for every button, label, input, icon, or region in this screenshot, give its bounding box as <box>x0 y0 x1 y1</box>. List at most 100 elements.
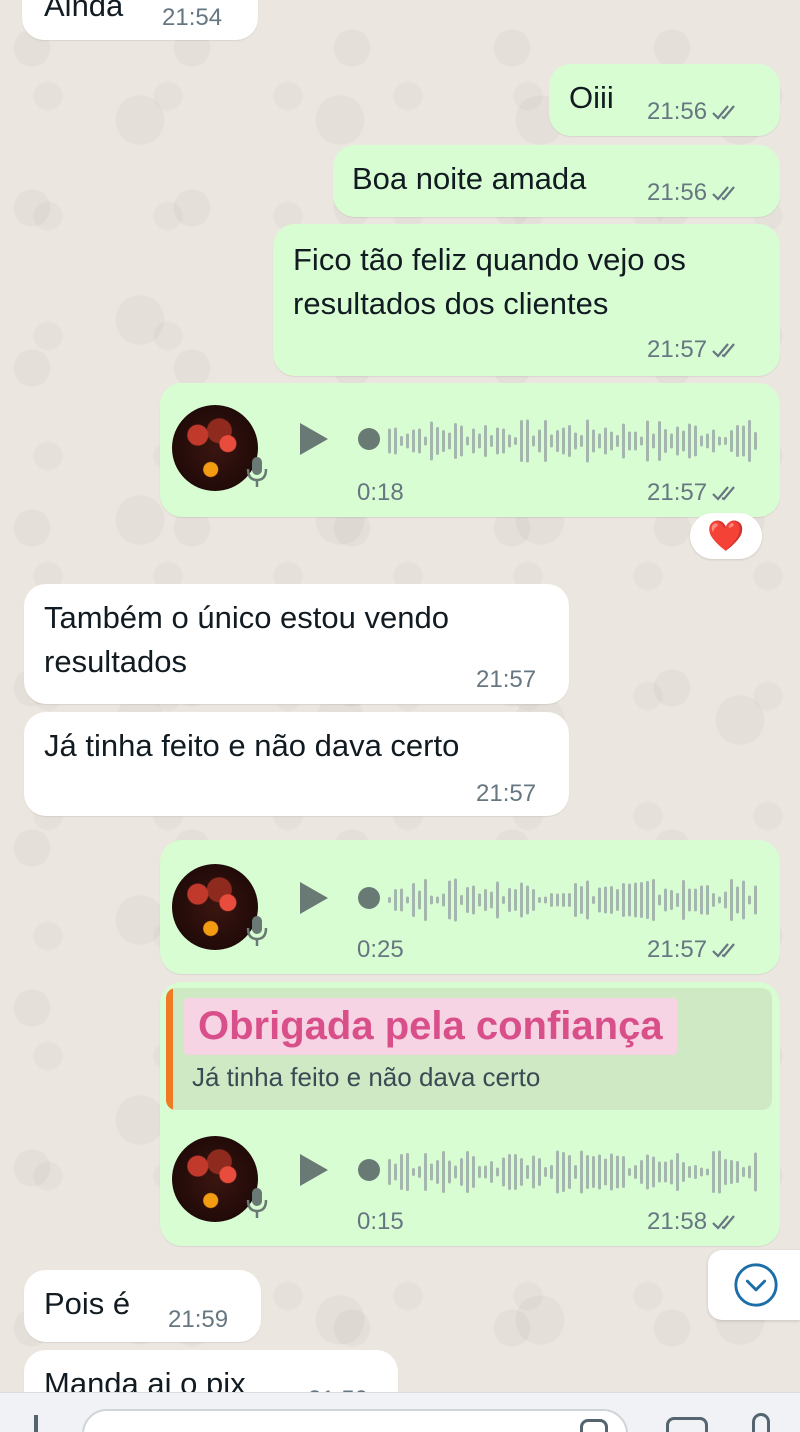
reaction-badge[interactable]: ❤️ <box>690 513 762 559</box>
playback-position[interactable] <box>358 428 380 450</box>
audio-waveform[interactable] <box>388 875 758 925</box>
waveform-bar <box>388 897 391 903</box>
waveform-bar <box>412 883 415 917</box>
waveform-bar <box>442 893 445 907</box>
message-time: 21:54 <box>162 4 223 31</box>
playback-position[interactable] <box>358 1159 380 1181</box>
waveform-bar <box>550 434 553 448</box>
waveform-bar <box>646 1154 649 1190</box>
waveform-bar <box>610 886 613 914</box>
waveform-bar <box>448 432 451 450</box>
waveform-bar <box>658 421 661 461</box>
message-text: Já tinha feito e não dava certo <box>44 728 460 763</box>
waveform-bar <box>472 885 475 915</box>
waveform-bar <box>430 895 433 905</box>
waveform-bar <box>538 897 541 903</box>
waveform-bar <box>688 888 691 912</box>
waveform-bar <box>556 893 559 907</box>
waveform-bar <box>424 436 427 446</box>
waveform-bar <box>394 427 397 455</box>
double-check-icon <box>712 343 735 358</box>
message-input[interactable] <box>82 1409 628 1432</box>
waveform-bar <box>682 1162 685 1182</box>
voice-message[interactable]: 0:25 21:57 <box>160 840 780 974</box>
waveform-bar <box>544 1167 547 1177</box>
waveform-bar <box>712 1151 715 1193</box>
waveform-bar <box>502 428 505 454</box>
waveform-bar <box>514 889 517 911</box>
waveform-bar <box>724 1159 727 1185</box>
message-meta: 21:58 <box>647 1208 741 1236</box>
waveform-bar <box>454 878 457 922</box>
waveform-bar <box>496 1167 499 1177</box>
waveform-bar <box>598 887 601 913</box>
double-check-icon <box>712 105 735 120</box>
waveform-bar <box>598 1154 601 1190</box>
waveform-bar <box>562 893 565 907</box>
message-time: 21:59 <box>168 1306 229 1333</box>
waveform-bar <box>640 1160 643 1184</box>
outgoing-message[interactable]: Oiii 21:56 <box>549 64 780 136</box>
audio-waveform[interactable] <box>388 416 758 466</box>
play-icon[interactable] <box>300 423 328 455</box>
waveform-bar <box>586 1155 589 1189</box>
waveform-bar <box>550 893 553 907</box>
audio-waveform[interactable] <box>388 1147 758 1197</box>
reply-voice-message[interactable]: Já tinha feito e não dava certo Obrigada… <box>160 982 780 1246</box>
waveform-bar <box>718 896 721 904</box>
waveform-bar <box>538 1158 541 1186</box>
waveform-bar <box>718 436 721 446</box>
waveform-bar <box>496 427 499 455</box>
incoming-message[interactable]: Também o único estou vendo resultados 21… <box>24 584 569 704</box>
waveform-bar <box>652 433 655 449</box>
waveform-bar <box>676 893 679 907</box>
waveform-bar <box>574 432 577 450</box>
waveform-bar <box>526 1165 529 1179</box>
waveform-bar <box>526 885 529 915</box>
waveform-bar <box>514 437 517 445</box>
audio-duration: 0:15 <box>357 1208 404 1235</box>
waveform-bar <box>724 437 727 445</box>
microphone-icon <box>246 457 268 487</box>
waveform-bar <box>754 1152 757 1192</box>
microphone-icon <box>246 916 268 946</box>
waveform-bar <box>514 1154 517 1190</box>
incoming-message[interactable]: Pois é 21:59 <box>24 1270 261 1342</box>
waveform-bar <box>580 435 583 447</box>
waveform-bar <box>670 1159 673 1185</box>
waveform-bar <box>400 436 403 446</box>
outgoing-message[interactable]: Boa noite amada 21:56 <box>333 145 780 217</box>
play-icon[interactable] <box>300 1154 328 1186</box>
waveform-bar <box>622 423 625 459</box>
plus-icon[interactable] <box>34 1415 38 1432</box>
sticker-icon[interactable] <box>580 1419 608 1432</box>
waveform-bar <box>610 1153 613 1191</box>
waveform-bar <box>718 1150 721 1194</box>
waveform-bar <box>508 888 511 912</box>
waveform-bar <box>652 879 655 921</box>
message-text-line: resultados <box>44 644 188 679</box>
waveform-bar <box>472 1156 475 1188</box>
waveform-bar <box>748 895 751 905</box>
voice-message[interactable]: 0:18 21:57 <box>160 383 780 517</box>
waveform-bar <box>598 433 601 449</box>
waveform-bar <box>658 894 661 906</box>
scroll-to-bottom-button[interactable] <box>708 1250 800 1320</box>
waveform-bar <box>430 1163 433 1181</box>
incoming-message[interactable]: Já tinha feito e não dava certo 21:57 <box>24 712 569 816</box>
message-text: Pois é <box>44 1286 131 1321</box>
outgoing-message[interactable]: Fico tão feliz quando vejo os resultados… <box>273 224 780 376</box>
play-icon[interactable] <box>300 882 328 914</box>
message-meta: 21:57 <box>647 336 741 364</box>
waveform-bar <box>406 433 409 449</box>
waveform-bar <box>586 419 589 463</box>
camera-icon[interactable] <box>666 1417 708 1432</box>
microphone-icon[interactable] <box>752 1413 770 1432</box>
waveform-bar <box>736 1161 739 1183</box>
waveform-bar <box>436 896 439 904</box>
waveform-bar <box>694 425 697 457</box>
incoming-message[interactable]: Ainda 21:54 <box>22 0 258 40</box>
waveform-bar <box>478 1166 481 1178</box>
playback-position[interactable] <box>358 887 380 909</box>
sticker-caption: Obrigada pela confiança <box>184 998 677 1055</box>
